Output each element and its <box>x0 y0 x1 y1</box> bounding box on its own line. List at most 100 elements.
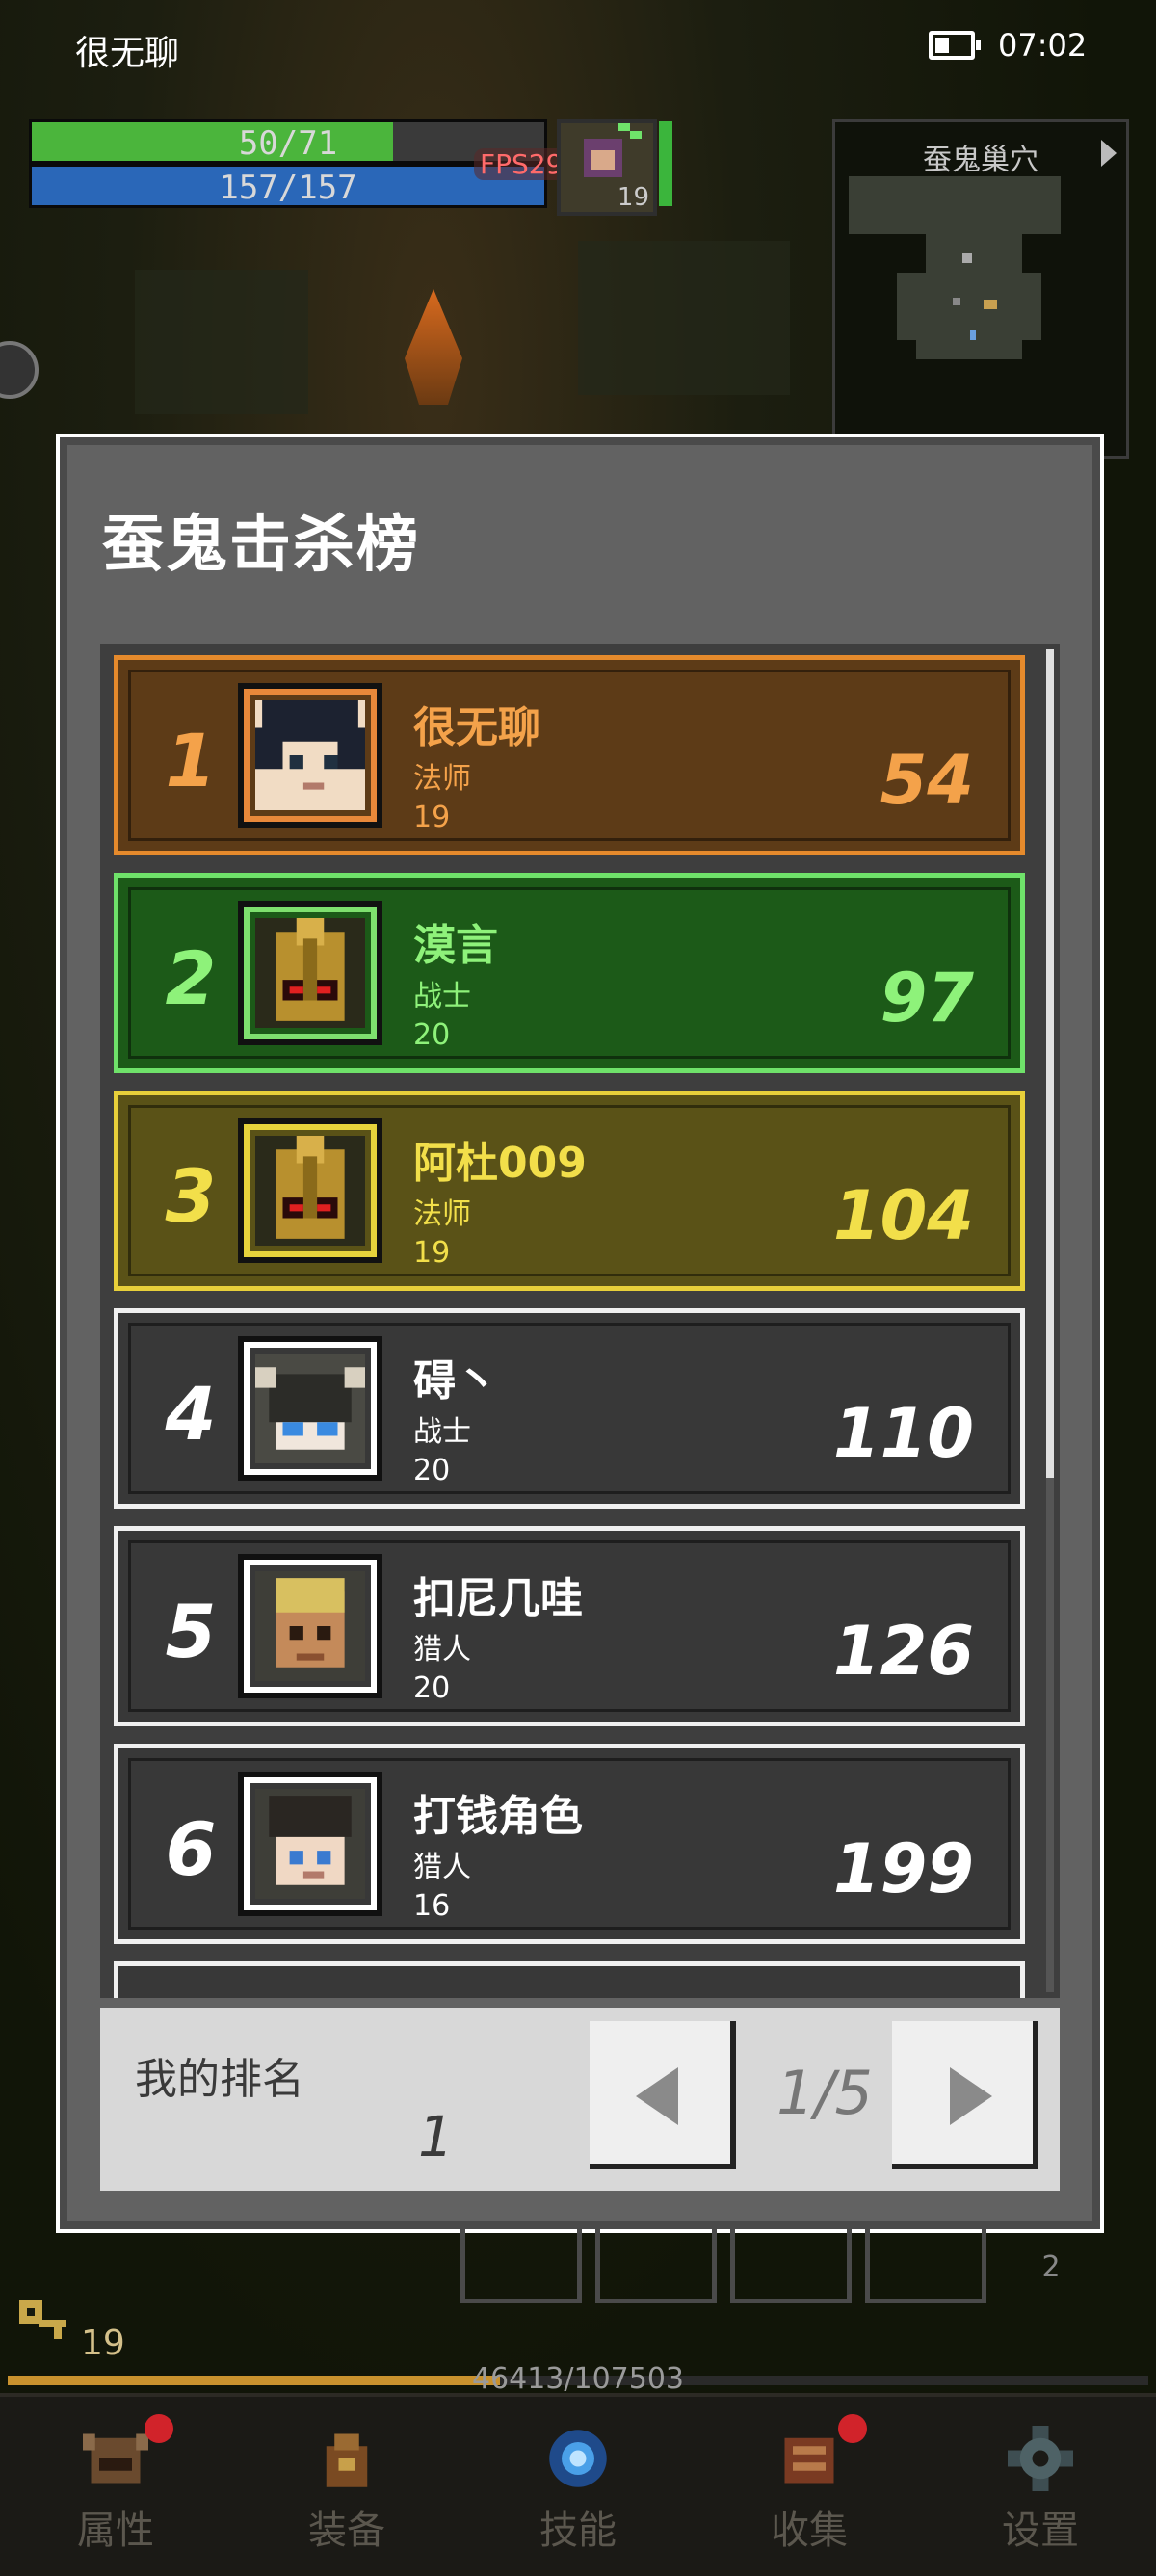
mp-text: 157/157 <box>219 169 357 207</box>
hp-bar: 50/71 <box>29 119 547 164</box>
leaderboard-row-partial[interactable] <box>114 1961 1025 1998</box>
player-name: 漠言 <box>413 921 498 970</box>
experience-text: 46413/107503 <box>471 2362 685 2396</box>
my-rank-label: 我的排名 <box>135 2055 304 2104</box>
prev-page-button[interactable] <box>590 2021 736 2169</box>
player-name: 碍丶 <box>413 1356 498 1406</box>
next-page-button[interactable] <box>892 2021 1038 2169</box>
kill-count: 199 <box>832 1829 974 1908</box>
hp-text: 50/71 <box>238 124 338 163</box>
nav-item-skills[interactable]: 技能 <box>462 2397 694 2576</box>
item-slot[interactable] <box>730 2229 852 2303</box>
book-icon <box>784 2437 834 2484</box>
player-class: 战士 <box>413 980 471 1013</box>
pet-health-bar <box>659 121 672 206</box>
player-class: 猎人 <box>413 1851 471 1884</box>
gold-helmet-avatar-icon <box>255 918 365 1028</box>
minimap-title: 蚕鬼巢穴 <box>923 144 1038 177</box>
scrollbar-thumb[interactable] <box>1046 649 1054 1478</box>
player-level: 16 <box>413 1889 451 1923</box>
minimap-expand-icon[interactable] <box>1101 140 1117 167</box>
player-avatar <box>238 683 382 828</box>
nav-label: 技能 <box>539 2509 617 2553</box>
nav-item-attributes[interactable]: 属性 <box>0 2397 231 2576</box>
player-avatar <box>238 1118 382 1263</box>
kill-count: 97 <box>880 959 974 1038</box>
rank-number: 1 <box>165 718 217 803</box>
kill-leaderboard-dialog: 蚕鬼击杀榜 1 很无聊 法师 19 54 2 漠言 战士 20 97 3 阿杜0… <box>56 434 1104 2233</box>
player-level: 19 <box>413 1236 451 1270</box>
kill-count: 54 <box>880 741 974 820</box>
nav-item-equipment[interactable]: 装备 <box>231 2397 462 2576</box>
player-class: 猎人 <box>413 1633 471 1667</box>
kill-count: 126 <box>832 1612 974 1691</box>
player-level: 20 <box>413 1671 451 1705</box>
leaderboard-row[interactable]: 1 很无聊 法师 19 54 <box>114 655 1025 855</box>
player-name: 很无聊 <box>413 703 540 752</box>
nav-label: 装备 <box>308 2509 385 2553</box>
currency-value: 19 <box>81 2324 125 2363</box>
nav-label: 设置 <box>1002 2509 1079 2553</box>
rank-number: 3 <box>165 1153 217 1239</box>
player-class: 法师 <box>413 1197 471 1231</box>
gold-helmet-avatar-icon <box>255 1136 365 1246</box>
kill-count: 104 <box>832 1176 974 1255</box>
key-currency-icon <box>19 2300 66 2339</box>
leaderboard-row[interactable]: 6 打钱角色 猎人 16 199 <box>114 1744 1025 1944</box>
mp-bar: 157/157 <box>29 164 547 208</box>
nav-item-settings[interactable]: 设置 <box>925 2397 1156 2576</box>
mage-boy-avatar-icon <box>255 700 365 810</box>
leaderboard-row[interactable]: 3 阿杜009 法师 19 104 <box>114 1091 1025 1291</box>
slot-count[interactable]: 2 <box>1017 2250 1085 2289</box>
bag-icon <box>326 2433 368 2487</box>
my-rank-value: 1 <box>418 2104 454 2169</box>
leaderboard-row[interactable]: 4 碍丶 战士 20 110 <box>114 1308 1025 1509</box>
nav-label: 收集 <box>771 2509 848 2553</box>
gear-icon <box>1008 2426 1073 2491</box>
player-avatar <box>238 1772 382 1916</box>
player-class: 战士 <box>413 1415 471 1449</box>
leaderboard-row[interactable]: 5 扣尼几哇 猎人 20 126 <box>114 1526 1025 1726</box>
dialog-title: 蚕鬼击杀榜 <box>102 510 420 581</box>
dungeon-floor-tile <box>135 270 308 414</box>
minimap[interactable]: 蚕鬼巢穴 <box>832 119 1129 459</box>
arrow-left-icon <box>636 2067 678 2125</box>
pet-level: 19 <box>617 183 649 212</box>
app-title: 很无聊 <box>75 34 180 73</box>
leaderboard-row[interactable]: 2 漠言 战士 20 97 <box>114 873 1025 1073</box>
battery-icon <box>929 31 981 60</box>
page-indicator: 1/5 <box>776 2058 873 2128</box>
notification-badge <box>838 2414 867 2443</box>
skill-orb-icon <box>549 2430 607 2487</box>
rank-number: 5 <box>165 1589 217 1674</box>
blond-hunter-avatar-icon <box>255 1571 365 1681</box>
arrow-right-icon <box>950 2067 992 2125</box>
rank-number: 2 <box>165 935 217 1021</box>
player-avatar <box>238 1554 382 1698</box>
item-slot[interactable] <box>865 2229 986 2303</box>
nav-item-collection[interactable]: 收集 <box>694 2397 925 2576</box>
leaderboard-list[interactable]: 1 很无聊 法师 19 54 2 漠言 战士 20 97 3 阿杜009 法师 … <box>100 644 1060 1998</box>
rank-number: 6 <box>165 1806 217 1892</box>
player-level: 19 <box>413 801 451 834</box>
bottom-nav: 属性 装备 技能 收集 设置 <box>0 2393 1156 2576</box>
player-level: 20 <box>413 1454 451 1487</box>
player-name: 扣尼几哇 <box>413 1574 583 1623</box>
horned-helmet-avatar-icon <box>255 1354 365 1463</box>
my-rank-panel: 我的排名 1 1/5 <box>100 2008 1060 2191</box>
helmet-icon <box>83 2433 148 2484</box>
player-avatar <box>238 901 382 1045</box>
player-name: 阿杜009 <box>413 1139 587 1188</box>
notification-badge <box>144 2414 173 2443</box>
fps-counter: FPS29 <box>474 148 569 180</box>
player-class: 法师 <box>413 762 471 796</box>
item-slot[interactable] <box>595 2229 717 2303</box>
minimap-room-map <box>849 176 1061 359</box>
dungeon-floor-tile <box>578 241 790 395</box>
player-name: 打钱角色 <box>413 1792 583 1841</box>
pet-portrait[interactable]: 19 <box>557 119 657 216</box>
status-clock: 07:02 <box>998 27 1088 64</box>
scrollbar[interactable] <box>1046 649 1054 1992</box>
item-slot[interactable] <box>460 2229 582 2303</box>
player-avatar <box>238 1336 382 1481</box>
